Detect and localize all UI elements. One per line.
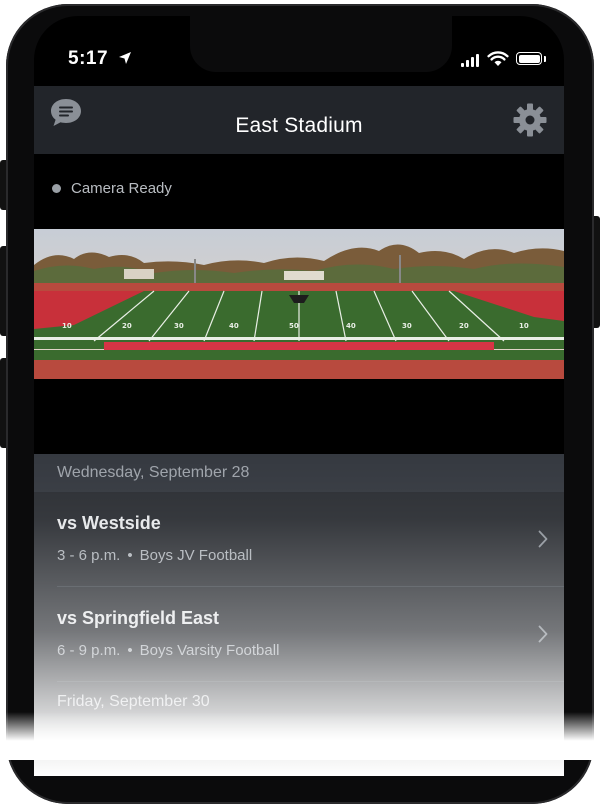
gear-icon: [513, 103, 547, 137]
phone-screen: 5:17 East Stadium Camera Ready 10 20 30 …: [34, 16, 564, 776]
separator-dot: •: [127, 547, 133, 564]
battery-icon: [516, 52, 542, 65]
yard-number: 10: [519, 322, 529, 330]
event-time: 3 - 6 p.m.: [57, 547, 121, 564]
location-arrow-icon: [119, 52, 131, 64]
settings-button[interactable]: [512, 102, 552, 142]
cellular-signal-icon: [461, 54, 481, 67]
yard-number: 40: [229, 322, 239, 330]
list-item[interactable]: vs Westside 3 - 6 p.m. • Boys JV Football: [57, 492, 564, 587]
event-title: vs Springfield East: [57, 608, 220, 628]
status-dot-icon: [52, 183, 61, 193]
list-item[interactable]: vs Springfield East 6 - 9 p.m. • Boys Vars…: [57, 587, 564, 682]
battery-cap: [544, 56, 546, 62]
event-category: Boys Varsity Football: [139, 642, 280, 659]
wifi-icon: [487, 51, 509, 66]
yard-number: 30: [174, 322, 184, 330]
camera-status-text: Camera Ready: [71, 179, 172, 197]
navigation-bar: East Stadium: [34, 86, 564, 154]
chevron-right-icon: [538, 530, 548, 548]
notch: [190, 16, 452, 72]
chevron-right-icon: [538, 625, 548, 643]
page-title: East Stadium: [235, 114, 363, 137]
yard-number: 40: [346, 322, 356, 330]
event-title: vs Westside: [57, 513, 161, 533]
camera-panel: Camera Ready 10 20 30 40 50 40 30 20 10: [34, 154, 564, 454]
camera-status: Camera Ready: [52, 178, 172, 198]
yard-number: 50: [289, 322, 299, 330]
camera-feed-image[interactable]: 10 20 30 40 50 40 30 20 10: [34, 229, 564, 379]
status-time: 5:17: [68, 48, 109, 69]
event-category: Boys JV Football: [139, 547, 253, 564]
event-details: 6 - 9 p.m. • Boys Varsity Football: [57, 642, 279, 659]
bottom-fade: [0, 712, 600, 760]
event-time: 6 - 9 p.m.: [57, 642, 121, 659]
yard-number: 30: [402, 322, 412, 330]
yard-number: 20: [122, 322, 132, 330]
event-details: 3 - 6 p.m. • Boys JV Football: [57, 547, 252, 564]
yard-number: 10: [62, 322, 72, 330]
yard-number: 20: [459, 322, 469, 330]
day-header: Wednesday, September 28: [34, 454, 564, 492]
separator-dot: •: [127, 642, 133, 659]
